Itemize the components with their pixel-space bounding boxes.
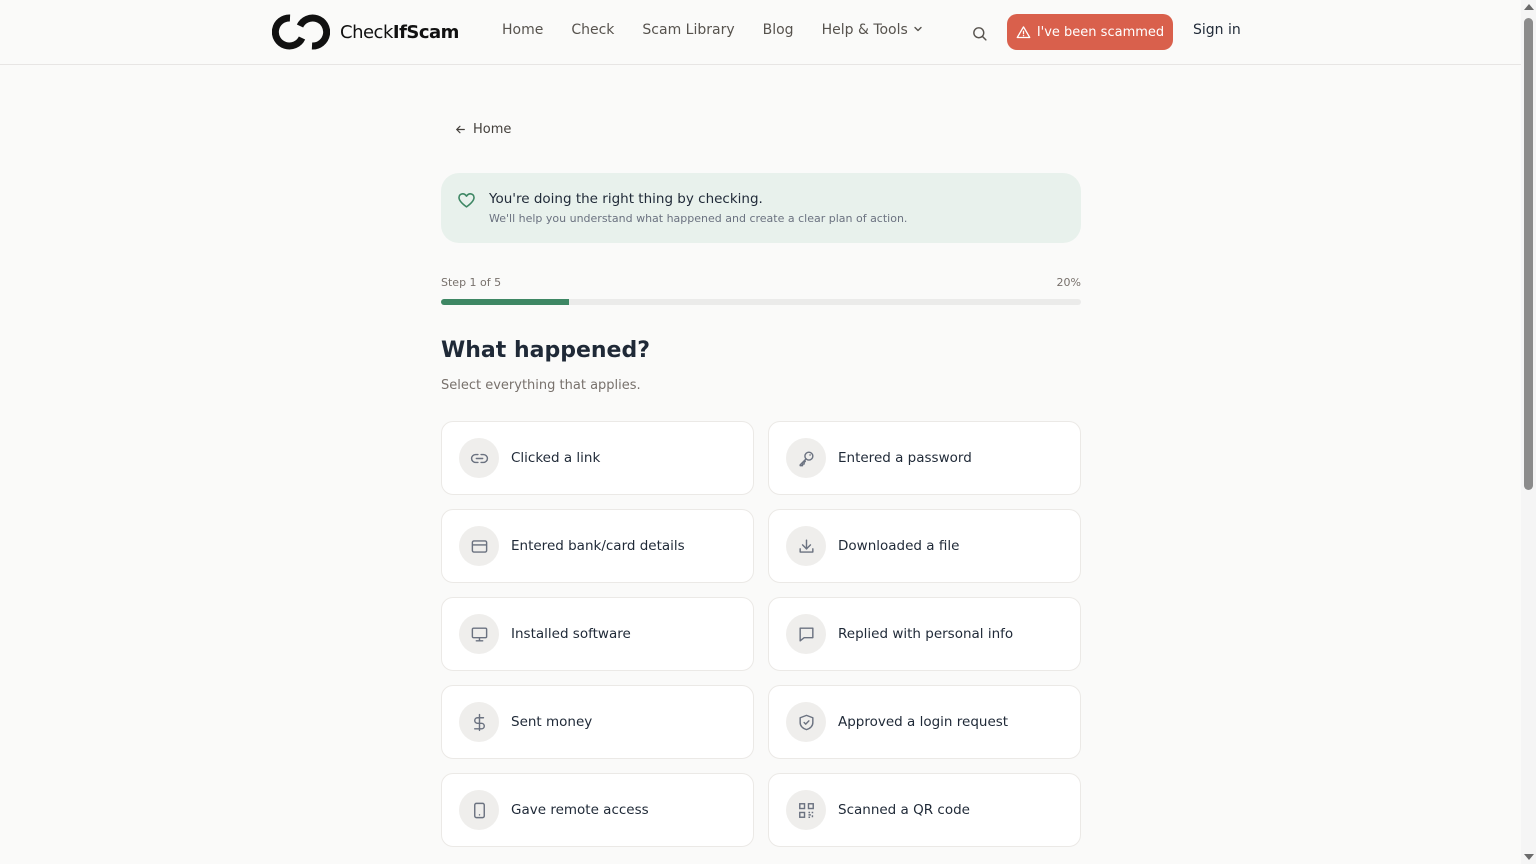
brand-name: CheckIfScam [340,21,459,43]
option-label: Installed software [511,626,631,642]
option-label: Sent money [511,714,593,730]
monitor-icon [459,614,499,654]
shield-check-icon [786,702,826,742]
brand-logo-icon [272,14,330,50]
download-icon [786,526,826,566]
option-downloaded-file[interactable]: Downloaded a file [768,509,1081,583]
option-sent-money[interactable]: Sent money [441,685,754,759]
nav-check[interactable]: Check [571,22,614,38]
link-icon [459,438,499,478]
question-subtitle: Select everything that applies. [441,378,641,393]
page-scrollbar[interactable] [1521,0,1536,864]
site-header: CheckIfScam Home Check Scam Library Blog… [0,0,1521,65]
tablet-icon [459,790,499,830]
option-scanned-qr[interactable]: Scanned a QR code [768,773,1081,847]
option-label: Entered a password [838,450,972,466]
scrollbar-thumb[interactable] [1524,18,1533,490]
option-entered-password[interactable]: Entered a password [768,421,1081,495]
nav-help-tools[interactable]: Help & Tools [822,22,923,38]
scroll-down-arrow-icon[interactable] [1524,854,1534,860]
back-home-label: Home [473,122,512,137]
progress-bar [441,299,1081,305]
back-home-link[interactable]: Home [454,122,511,137]
reassurance-banner: You're doing the right thing by checking… [441,173,1081,243]
scroll-up-arrow-icon[interactable] [1524,4,1534,10]
option-label: Replied with personal info [838,626,1014,642]
banner-title: You're doing the right thing by checking… [489,191,763,207]
credit-card-icon [459,526,499,566]
option-label: Downloaded a file [838,538,960,554]
logo-link[interactable]: CheckIfScam [272,14,459,50]
option-replied-personal-info[interactable]: Replied with personal info [768,597,1081,671]
sign-in-link[interactable]: Sign in [1193,22,1241,38]
options-grid: Clicked a link Entered a password Entere… [441,421,1081,847]
option-label: Approved a login request [838,714,1009,730]
option-label: Entered bank/card details [511,538,685,554]
banner-subtitle: We'll help you understand what happened … [489,212,908,225]
nav-home[interactable]: Home [502,22,543,38]
option-label: Clicked a link [511,450,601,466]
search-button[interactable] [968,22,990,44]
alert-triangle-icon [1016,25,1031,38]
arrow-left-icon [456,125,465,134]
message-icon [786,614,826,654]
chevron-down-icon [913,22,923,38]
nav-blog[interactable]: Blog [763,22,794,38]
option-installed-software[interactable]: Installed software [441,597,754,671]
option-label: Gave remote access [511,802,649,818]
progress-bar-fill [441,299,569,305]
qr-code-icon [786,790,826,830]
step-indicator: Step 1 of 5 [441,276,502,289]
option-entered-bank-card[interactable]: Entered bank/card details [441,509,754,583]
scammed-button[interactable]: I've been scammed [1007,14,1173,50]
key-icon [786,438,826,478]
question-title: What happened? [441,338,650,363]
progress-percent: 20% [1056,276,1081,289]
main-nav: Home Check Scam Library Blog Help & Tool… [502,22,951,38]
heart-icon [457,191,476,214]
option-gave-remote-access[interactable]: Gave remote access [441,773,754,847]
option-label: Scanned a QR code [838,802,970,818]
dollar-icon [459,702,499,742]
scammed-button-label: I've been scammed [1036,24,1165,40]
option-approved-login[interactable]: Approved a login request [768,685,1081,759]
option-clicked-link[interactable]: Clicked a link [441,421,754,495]
nav-help-tools-label: Help & Tools [821,22,908,38]
nav-scam-library[interactable]: Scam Library [642,22,734,38]
search-icon [972,26,987,41]
